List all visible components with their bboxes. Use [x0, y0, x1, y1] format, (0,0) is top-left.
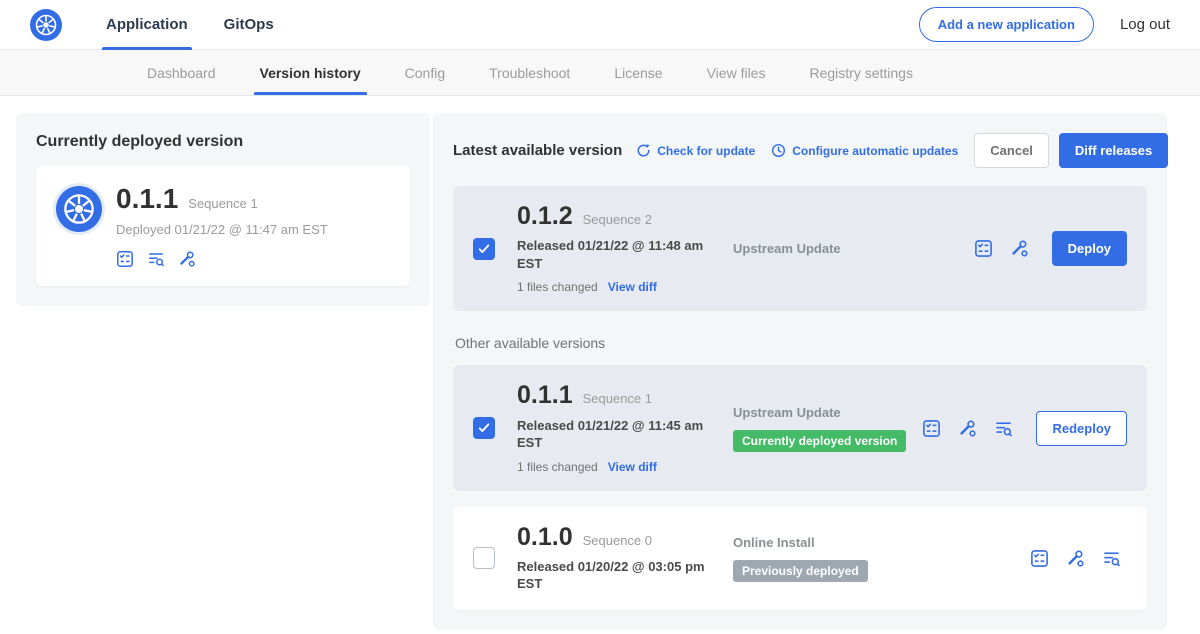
version-actions: Redeploy	[922, 411, 1127, 446]
configure-automatic-updates-label: Configure automatic updates	[792, 144, 958, 158]
version-sequence: Sequence 1	[583, 391, 652, 406]
checkmark-icon	[477, 421, 491, 435]
topnav-tabs: Application GitOps	[88, 0, 292, 50]
redeploy-button[interactable]: Redeploy	[1036, 411, 1127, 446]
released-timestamp: Released 01/20/22 @ 03:05 pm EST	[517, 558, 713, 593]
version-source: Upstream Update	[729, 241, 974, 256]
version-row-0-1-1: 0.1.1 Sequence 1 Released 01/21/22 @ 11:…	[453, 365, 1147, 490]
view-diff-link[interactable]: View diff	[608, 460, 657, 474]
source-label: Upstream Update	[733, 241, 974, 256]
edit-config-icon[interactable]	[1066, 549, 1085, 568]
version-number: 0.1.0	[517, 524, 573, 550]
edit-config-icon[interactable]	[1010, 239, 1029, 258]
app-kubernetes-icon	[56, 186, 102, 232]
version-info: 0.1.1 Sequence 1 Released 01/21/22 @ 11:…	[517, 382, 729, 473]
release-notes-icon[interactable]	[147, 250, 165, 268]
currently-deployed-badge: Currently deployed version	[733, 430, 906, 452]
preflight-checks-icon[interactable]	[922, 419, 941, 438]
view-diff-link[interactable]: View diff	[608, 280, 657, 294]
deployed-sequence: Sequence 1	[188, 196, 257, 211]
refresh-icon	[636, 143, 651, 158]
subnav-tab-registry-settings[interactable]: Registry settings	[787, 50, 934, 95]
preflight-checks-icon[interactable]	[116, 250, 134, 268]
version-checkbox[interactable]	[473, 547, 495, 569]
subnav-tab-dashboard[interactable]: Dashboard	[125, 50, 238, 95]
latest-available-title: Latest available version	[453, 142, 622, 159]
files-changed-label: 1 files changed	[517, 280, 598, 294]
deployed-timestamp: Deployed 01/21/22 @ 11:47 am EST	[116, 222, 328, 237]
topnav-tab-gitops[interactable]: GitOps	[206, 0, 292, 50]
currently-deployed-title: Currently deployed version	[36, 133, 410, 151]
cancel-button[interactable]: Cancel	[974, 133, 1049, 168]
source-label: Upstream Update	[733, 405, 922, 420]
kubernetes-logo-icon	[30, 9, 62, 41]
release-notes-icon[interactable]	[1102, 549, 1121, 568]
clock-icon	[771, 143, 786, 158]
currently-deployed-panel: Currently deployed version	[16, 113, 430, 306]
subnav-tab-view-files[interactable]: View files	[685, 50, 788, 95]
released-timestamp: Released 01/21/22 @ 11:45 am EST	[517, 417, 713, 452]
edit-config-icon[interactable]	[178, 250, 196, 268]
diff-releases-button[interactable]: Diff releases	[1059, 133, 1168, 168]
preflight-checks-icon[interactable]	[1030, 549, 1049, 568]
subnav-tab-license[interactable]: License	[592, 50, 684, 95]
subnav-tab-version-history[interactable]: Version history	[238, 50, 383, 95]
add-new-application-button[interactable]: Add a new application	[919, 7, 1094, 42]
version-source: Upstream Update Currently deployed versi…	[729, 405, 922, 452]
version-row-0-1-0: 0.1.0 Sequence 0 Released 01/20/22 @ 03:…	[453, 507, 1147, 610]
other-available-versions-label: Other available versions	[455, 335, 1147, 351]
checkmark-icon	[477, 242, 491, 256]
release-notes-icon[interactable]	[994, 419, 1013, 438]
edit-config-icon[interactable]	[958, 419, 977, 438]
topnav-tab-application[interactable]: Application	[88, 0, 206, 50]
deployed-version-number: 0.1.1	[116, 184, 178, 215]
version-actions	[1030, 549, 1127, 568]
main-content: Currently deployed version	[0, 96, 1200, 630]
previously-deployed-badge: Previously deployed	[733, 560, 868, 582]
check-for-update-label: Check for update	[657, 144, 755, 158]
version-number: 0.1.2	[517, 203, 573, 229]
files-changed-label: 1 files changed	[517, 460, 598, 474]
version-source: Online Install Previously deployed	[729, 535, 1030, 582]
configure-automatic-updates-link[interactable]: Configure automatic updates	[771, 143, 958, 158]
app-subnav: Dashboard Version history Config Trouble…	[0, 50, 1200, 96]
source-label: Online Install	[733, 535, 1030, 550]
deployed-version-card: 0.1.1 Sequence 1 Deployed 01/21/22 @ 11:…	[36, 166, 410, 286]
version-row-0-1-2: 0.1.2 Sequence 2 Released 01/21/22 @ 11:…	[453, 186, 1147, 311]
subnav-tab-config[interactable]: Config	[383, 50, 467, 95]
check-for-update-link[interactable]: Check for update	[636, 143, 755, 158]
deployed-version-details: 0.1.1 Sequence 1 Deployed 01/21/22 @ 11:…	[116, 184, 328, 268]
released-timestamp: Released 01/21/22 @ 11:48 am EST	[517, 237, 713, 272]
subnav-tab-troubleshoot[interactable]: Troubleshoot	[467, 50, 592, 95]
version-sequence: Sequence 0	[583, 533, 652, 548]
preflight-checks-icon[interactable]	[974, 239, 993, 258]
version-checkbox[interactable]	[473, 417, 495, 439]
version-number: 0.1.1	[517, 382, 573, 408]
top-navbar: Application GitOps Add a new application…	[0, 0, 1200, 50]
topnav-right: Add a new application Log out	[919, 7, 1170, 42]
version-checkbox[interactable]	[473, 238, 495, 260]
available-versions-header: Latest available version Check for updat…	[453, 133, 1147, 168]
available-versions-panel: Latest available version Check for updat…	[433, 113, 1167, 630]
version-actions: Deploy	[974, 231, 1127, 266]
version-info: 0.1.0 Sequence 0 Released 01/20/22 @ 03:…	[517, 524, 729, 593]
deploy-button[interactable]: Deploy	[1052, 231, 1127, 266]
logout-link[interactable]: Log out	[1120, 16, 1170, 33]
version-info: 0.1.2 Sequence 2 Released 01/21/22 @ 11:…	[517, 203, 729, 294]
version-sequence: Sequence 2	[583, 212, 652, 227]
